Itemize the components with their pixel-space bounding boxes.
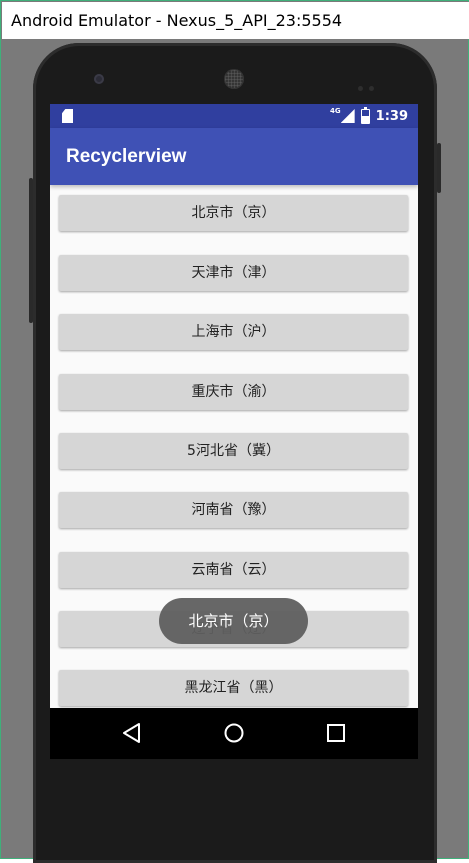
front-camera-icon [94, 74, 104, 84]
list-item[interactable]: 天津市（津） [59, 255, 408, 291]
device-screen: 4G 1:39 Recyclerview 北京市（京） 天津市（津） 上海市（沪… [50, 104, 418, 759]
home-icon[interactable] [222, 721, 246, 745]
status-time: 1:39 [375, 108, 408, 124]
list-item[interactable]: 河南省（豫） [59, 492, 408, 528]
navigation-bar [50, 708, 418, 759]
earpiece-speaker-icon [224, 69, 244, 89]
list-item[interactable]: 重庆市（渝） [59, 374, 408, 410]
battery-charging-icon [360, 106, 370, 124]
back-icon[interactable] [120, 721, 144, 745]
list-item[interactable]: 黑龙江省（黑） [59, 670, 408, 706]
app-title: Recyclerview [66, 146, 187, 167]
window-title: Android Emulator - Nexus_5_API_23:5554 [2, 2, 469, 39]
list-item[interactable]: 北京市（京） [59, 195, 408, 231]
list-item[interactable]: 5河北省（冀） [59, 433, 408, 469]
phone-bottom-bezel [50, 759, 418, 859]
cell-signal-icon [340, 109, 355, 123]
list-item[interactable]: 上海市（沪） [59, 314, 408, 350]
status-bar: 4G 1:39 [50, 104, 418, 128]
app-bar: Recyclerview [50, 128, 418, 185]
power-button[interactable] [437, 143, 441, 193]
network-type: 4G [330, 107, 341, 115]
toast-message: 北京市（京） [159, 598, 308, 644]
status-icons: 4G 1:39 [330, 104, 408, 128]
sim-card-icon [62, 109, 73, 123]
list-item[interactable]: 云南省（云） [59, 552, 408, 588]
recents-icon[interactable] [324, 721, 348, 745]
proximity-sensors [358, 76, 380, 91]
